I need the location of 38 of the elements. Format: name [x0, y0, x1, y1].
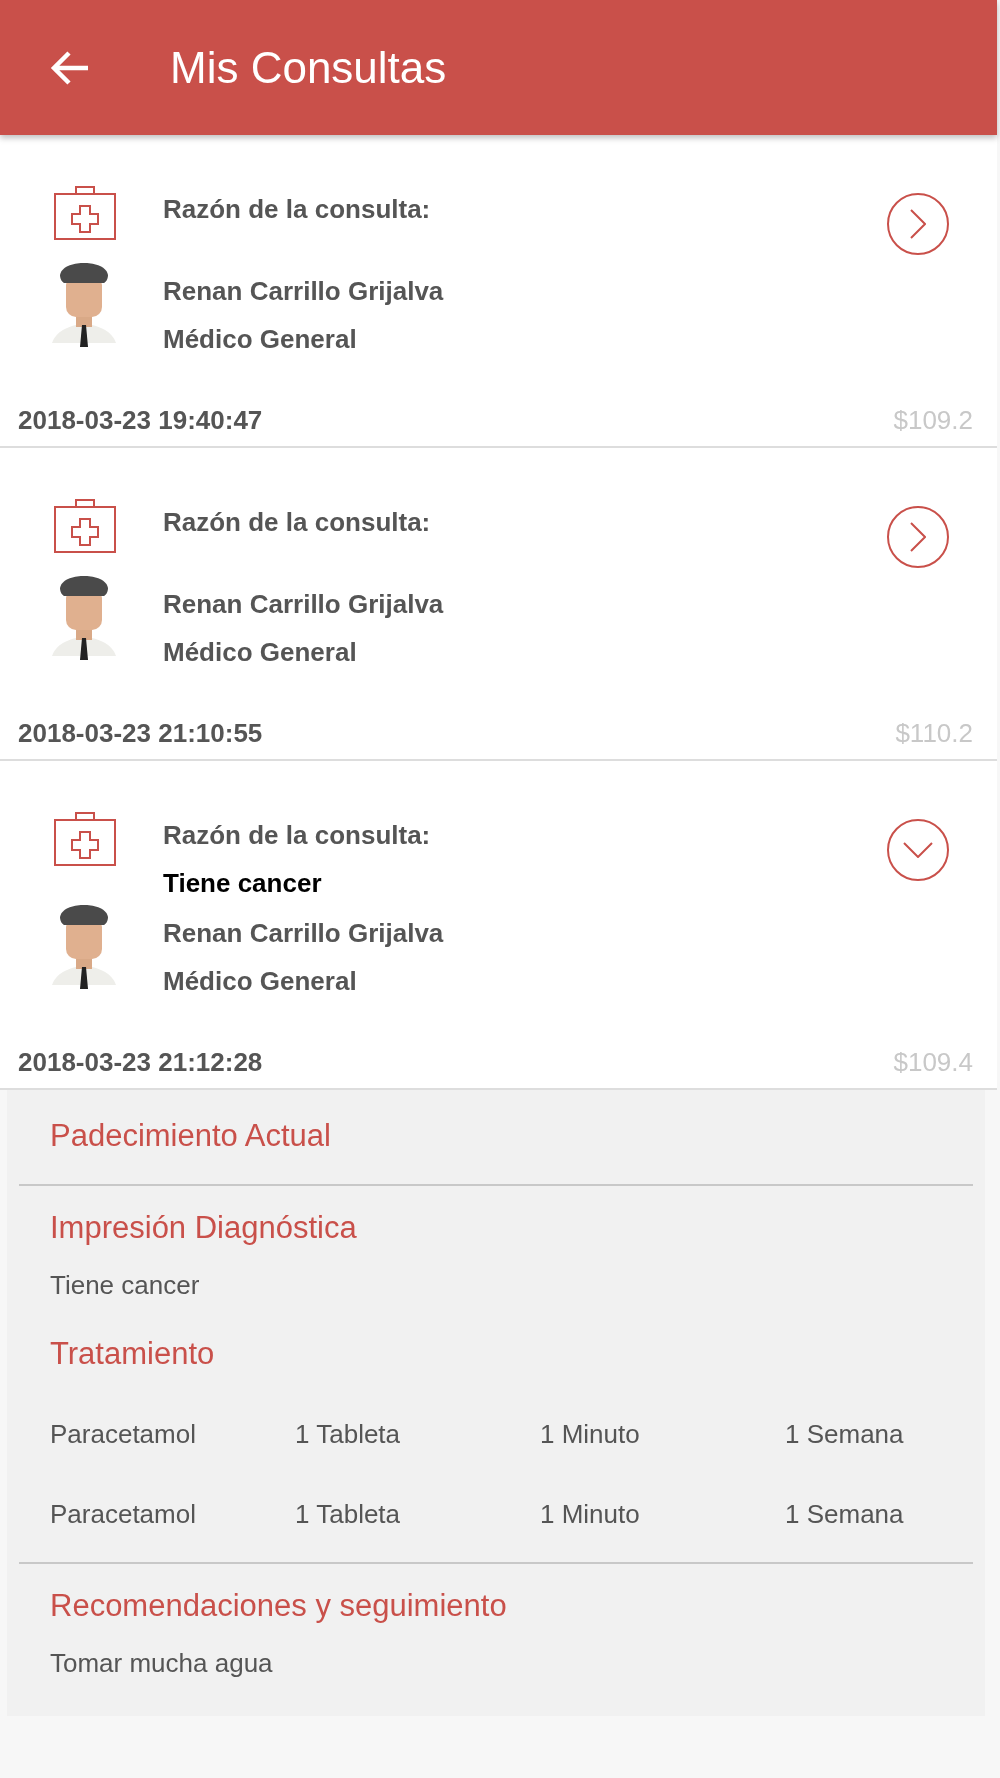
expand-button[interactable]: [887, 193, 949, 255]
reason-label: Razón de la consulta:: [163, 821, 432, 849]
treatment-cell-text: 1 Minuto: [540, 1498, 641, 1530]
treatment-cell-text: 1 Tableta: [295, 1418, 402, 1450]
chevron-down-icon: [903, 842, 933, 858]
section-heading: Impresión Diagnóstica: [49, 1209, 358, 1247]
doctor-name: Renan Carrillo Grijalva: [163, 277, 445, 305]
medical-kit-icon: [54, 185, 116, 241]
consultation-datetime: 2018-03-23 21:12:28: [18, 1047, 263, 1078]
consultation-datetime: 2018-03-23 19:40:47: [18, 405, 263, 436]
treatment-cell-text: 1 Tableta: [295, 1498, 402, 1530]
expand-button[interactable]: [887, 506, 949, 568]
doctor-name: Renan Carrillo Grijalva: [163, 590, 445, 618]
section-heading: Tratamiento: [49, 1335, 216, 1373]
screen-title: Mis Consultas: [170, 42, 447, 93]
chevron-right-icon: [910, 522, 926, 552]
treatment-cell-text: Paracetamol: [50, 1498, 197, 1530]
reason-label: Razón de la consulta:: [163, 508, 432, 536]
back-arrow-icon: [50, 49, 90, 86]
consultation-datetime: 2018-03-23 21:10:55: [18, 718, 263, 749]
doctor-specialty: Médico General: [163, 638, 358, 666]
treatment-cell-text: 1 Minuto: [540, 1418, 641, 1450]
doctor-specialty: Médico General: [163, 967, 358, 995]
treatment-cell-text: 1 Semana: [785, 1498, 905, 1530]
section-text: Tomar mucha agua: [49, 1647, 274, 1680]
section-heading: Padecimiento Actual: [49, 1117, 332, 1155]
chevron-right-icon: [910, 209, 926, 239]
section-text: Tiene cancer: [49, 1269, 201, 1302]
medical-kit-icon: [54, 498, 116, 554]
treatment-cell-text: Paracetamol: [50, 1418, 197, 1450]
treatment-cell-text: 1 Semana: [785, 1418, 905, 1450]
reason-text: Tiene cancer: [163, 869, 323, 897]
medical-kit-icon: [54, 811, 116, 867]
expand-button[interactable]: [887, 819, 949, 881]
doctor-specialty: Médico General: [163, 325, 358, 353]
reason-label: Razón de la consulta:: [163, 195, 432, 223]
section-heading: Recomendaciones y seguimiento: [49, 1587, 508, 1625]
doctor-name: Renan Carrillo Grijalva: [163, 919, 445, 947]
